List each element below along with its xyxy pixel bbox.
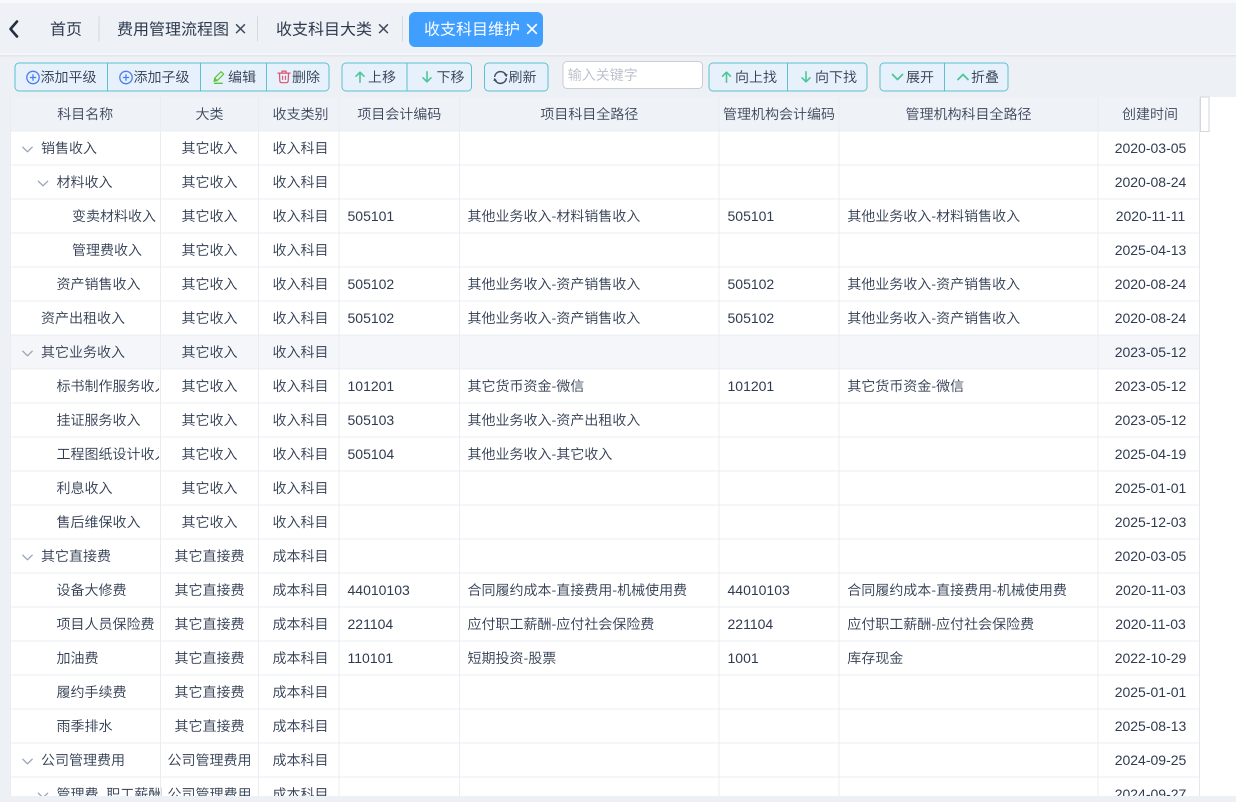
svg-text:2025-01-01: 2025-01-01 (1115, 684, 1187, 700)
svg-text:2020-03-05: 2020-03-05 (1115, 140, 1187, 156)
svg-text:2023-05-12: 2023-05-12 (1115, 344, 1187, 360)
svg-text:2025-01-01: 2025-01-01 (1115, 480, 1187, 496)
svg-text:505102: 505102 (348, 310, 395, 326)
svg-text:2022-10-29: 2022-10-29 (1115, 650, 1187, 666)
svg-text:505103: 505103 (348, 412, 395, 428)
svg-text:2025-04-19: 2025-04-19 (1115, 446, 1187, 462)
svg-text:2025-08-13: 2025-08-13 (1115, 718, 1187, 734)
svg-text:505102: 505102 (728, 310, 775, 326)
svg-text:221104: 221104 (348, 616, 394, 632)
svg-text:2020-08-24: 2020-08-24 (1115, 276, 1187, 292)
svg-text:1001: 1001 (728, 650, 759, 666)
svg-text:505102: 505102 (348, 276, 395, 292)
svg-text:2020-08-24: 2020-08-24 (1115, 310, 1187, 326)
svg-text:505101: 505101 (728, 208, 775, 224)
svg-text:221104: 221104 (728, 616, 774, 632)
svg-text:44010103: 44010103 (348, 582, 411, 598)
svg-text:2024-09-25: 2024-09-25 (1115, 752, 1187, 768)
svg-text:44010103: 44010103 (728, 582, 791, 598)
svg-text:2025-04-13: 2025-04-13 (1115, 242, 1187, 258)
svg-text:2020-11-11: 2020-11-11 (1116, 208, 1186, 224)
svg-text:110101: 110101 (348, 650, 394, 666)
svg-text:505104: 505104 (348, 446, 395, 462)
svg-text:2023-05-12: 2023-05-12 (1115, 378, 1187, 394)
svg-text:2025-12-03: 2025-12-03 (1115, 514, 1187, 530)
svg-text:2020-03-05: 2020-03-05 (1115, 548, 1187, 564)
svg-text:2020-11-03: 2020-11-03 (1115, 616, 1186, 632)
svg-text:505102: 505102 (728, 276, 775, 292)
svg-text:101201: 101201 (728, 378, 775, 394)
svg-text:2020-11-03: 2020-11-03 (1115, 582, 1186, 598)
svg-text:2020-08-24: 2020-08-24 (1115, 174, 1187, 190)
svg-text:101201: 101201 (348, 378, 395, 394)
svg-text:2023-05-12: 2023-05-12 (1115, 412, 1187, 428)
svg-text:505101: 505101 (348, 208, 395, 224)
